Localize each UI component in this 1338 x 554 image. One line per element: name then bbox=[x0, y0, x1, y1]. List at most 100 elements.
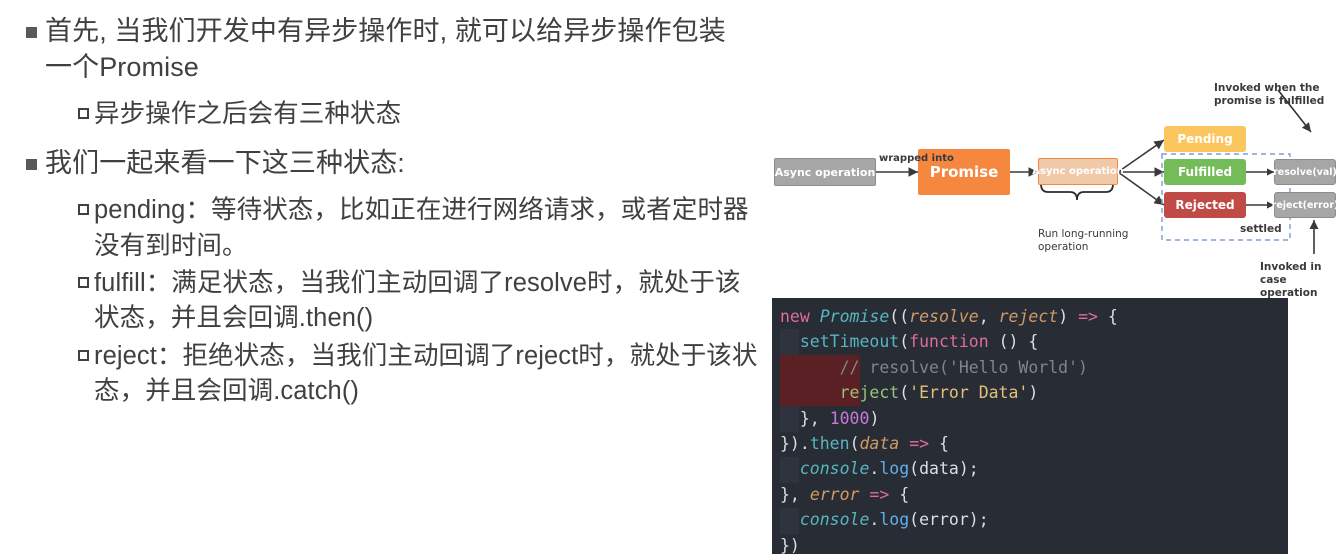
token-punct: ) bbox=[1058, 307, 1079, 326]
box-rejected: Rejected bbox=[1164, 192, 1246, 218]
token-punct: , bbox=[978, 307, 999, 326]
token-arrow: => bbox=[869, 484, 890, 504]
filled-square-bullet-icon bbox=[26, 27, 37, 38]
token-function: function bbox=[909, 332, 989, 352]
token-log: log bbox=[879, 510, 910, 530]
token-data-arg: data bbox=[919, 459, 959, 479]
bullet-text: 我们一起来看一下这三种状态: bbox=[45, 148, 405, 179]
label-settled: settled bbox=[1240, 223, 1282, 236]
token-data-param: data bbox=[859, 433, 900, 453]
token-new: new bbox=[780, 307, 810, 326]
token-reject: reject bbox=[998, 307, 1059, 326]
token-error-arg: error bbox=[919, 510, 969, 530]
token-punct: ); bbox=[968, 510, 989, 530]
code-line-7: console.log(data); bbox=[780, 456, 1288, 481]
code-line-1: new Promise((resolve, reject) => { bbox=[780, 304, 1288, 329]
token-promise: Promise bbox=[819, 307, 890, 326]
token-punct: (( bbox=[889, 307, 910, 326]
token-error-param: error bbox=[809, 484, 860, 504]
bullet-item-1: 首先, 当我们开发中有异步操作时, 就可以给异步操作包装一个Promise bbox=[0, 14, 768, 86]
token-punct bbox=[899, 434, 909, 453]
label-wrapped-into: wrapped into bbox=[879, 153, 954, 166]
token-then: then bbox=[809, 433, 850, 453]
label-text: Run long-running operation bbox=[1038, 228, 1129, 254]
token-punct: ) bbox=[869, 408, 880, 428]
box-label: Pending bbox=[1177, 132, 1233, 146]
hollow-square-bullet-icon bbox=[78, 204, 89, 216]
bullet-text: fulfill：满足状态，当我们主动回调了resolve时，就处于该状态，并且会… bbox=[94, 269, 741, 333]
label-text: Invoked when the promise is fulfilled bbox=[1214, 82, 1325, 108]
code-line-5: }, 1000) bbox=[780, 406, 1288, 431]
code-line-4: reject('Error Data') bbox=[780, 380, 1288, 405]
bullet-text: 异步操作之后会有三种状态 bbox=[94, 99, 402, 128]
code-line-8: }, error => { bbox=[780, 482, 1288, 507]
token-punct: ); bbox=[958, 459, 979, 479]
token-punct: ( bbox=[909, 459, 920, 479]
hollow-square-bullet-icon bbox=[78, 107, 89, 119]
token-punct: }, bbox=[780, 484, 810, 504]
token-arrow: => bbox=[1078, 307, 1098, 326]
code-line-9: console.log(error); bbox=[780, 507, 1288, 532]
label-invoked-when-fulfilled: Invoked when the promise is fulfilled bbox=[1214, 69, 1324, 108]
code-line-10: }) bbox=[780, 533, 1288, 554]
box-reject-error: reject(error) bbox=[1271, 192, 1338, 218]
token-resolve: resolve bbox=[909, 307, 979, 326]
filled-square-bullet-icon bbox=[26, 159, 37, 171]
token-punct: ( bbox=[849, 433, 860, 453]
token-punct: . bbox=[869, 459, 880, 479]
label-text: wrapped into bbox=[879, 153, 954, 164]
token-console: console bbox=[799, 510, 870, 530]
bullet-item-6: reject：拒绝状态，当我们主动回调了reject时，就处于该状态，并且会回调… bbox=[0, 339, 768, 410]
token-punct: { bbox=[929, 433, 949, 453]
box-label: resolve(val) bbox=[1273, 166, 1337, 178]
token-punct: }) bbox=[780, 535, 800, 554]
token-punct: { bbox=[889, 484, 910, 504]
code-line-3: // resolve('Hello World') bbox=[780, 355, 1288, 380]
bullet-item-3: 我们一起来看一下这三种状态: bbox=[0, 146, 768, 182]
box-label: Promise bbox=[929, 163, 999, 181]
token-timeout-ms: 1000 bbox=[829, 408, 870, 428]
promise-flow-diagram: Async operation Promise Async operation … bbox=[766, 62, 1338, 313]
slide-text-column: 首先, 当我们开发中有异步操作时, 就可以给异步操作包装一个Promise 异步… bbox=[0, 0, 768, 554]
box-resolve-val: resolve(val) bbox=[1273, 159, 1337, 185]
box-pending: Pending bbox=[1164, 126, 1246, 152]
token-arrow: => bbox=[909, 433, 930, 453]
token-punct: }). bbox=[780, 433, 810, 453]
box-label: Rejected bbox=[1175, 198, 1235, 212]
bullet-text: pending：等待状态，比如正在进行网络请求，或者定时器没有到时间。 bbox=[94, 196, 749, 260]
token-console: console bbox=[799, 459, 870, 479]
box-async-operation-inner: Async operation bbox=[1032, 158, 1124, 185]
token-punct: () { bbox=[988, 332, 1039, 352]
bullet-item-2: 异步操作之后会有三种状态 bbox=[0, 97, 768, 132]
token-punct: ( bbox=[899, 332, 910, 352]
token-punct: ( bbox=[909, 510, 920, 530]
bullet-text: 首先, 当我们开发中有异步操作时, 就可以给异步操作包装一个Promise bbox=[45, 16, 726, 82]
token-punct: ( bbox=[899, 383, 910, 403]
token-punct bbox=[859, 485, 869, 504]
box-label: Async operation bbox=[774, 165, 876, 179]
box-label: reject(error) bbox=[1271, 199, 1338, 211]
label-text: settled bbox=[1240, 223, 1282, 235]
token-punct: ) bbox=[1028, 383, 1039, 403]
token-log: log bbox=[879, 459, 910, 479]
token-punct: { bbox=[1097, 307, 1118, 326]
code-line-2: setTimeout(function () { bbox=[780, 329, 1288, 354]
box-label: Async operation bbox=[1032, 166, 1124, 177]
hollow-square-bullet-icon bbox=[78, 349, 89, 361]
box-fulfilled: Fulfilled bbox=[1164, 159, 1246, 185]
token-punct: . bbox=[869, 510, 880, 530]
bullet-item-5: fulfill：满足状态，当我们主动回调了resolve时，就处于该状态，并且会… bbox=[0, 266, 768, 337]
token-reject-call: reject bbox=[839, 383, 900, 403]
code-block[interactable]: new Promise((resolve, reject) => { setTi… bbox=[772, 298, 1288, 554]
token-comment: // resolve('Hello World') bbox=[839, 357, 1088, 377]
bullet-item-4: pending：等待状态，比如正在进行网络请求，或者定时器没有到时间。 bbox=[0, 193, 768, 264]
hollow-square-bullet-icon bbox=[78, 277, 89, 289]
